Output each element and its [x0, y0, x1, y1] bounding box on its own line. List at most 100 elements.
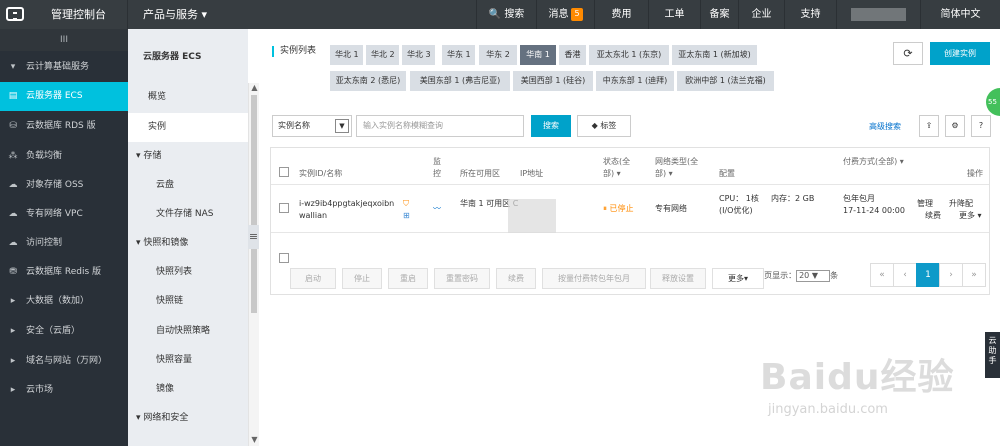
summary-suffix: 条 — [830, 271, 839, 280]
create-instance-button[interactable]: 创建实例 — [930, 42, 990, 65]
sidebar-group-domain[interactable]: ▸ 域名与网站（万网） — [0, 347, 128, 376]
region-tab[interactable]: 华北 1 — [330, 45, 363, 65]
region-tab[interactable]: 欧洲中部 1 (法兰克福) — [677, 71, 774, 91]
renew-button[interactable]: 续费 — [496, 268, 536, 289]
restart-button[interactable]: 重启 — [388, 268, 428, 289]
language-switch[interactable]: 简体中文 — [920, 0, 1000, 29]
products-menu[interactable]: 产品与服务 ▾ — [129, 0, 221, 29]
tag-label: 标签 — [600, 121, 617, 130]
column-header-status[interactable]: 状态(全部) ▾ — [603, 156, 639, 180]
tag-button[interactable]: ◆ 标签 — [577, 115, 631, 137]
refresh-button[interactable]: ⟳ — [893, 42, 923, 65]
scrollbar-thumb[interactable] — [251, 95, 257, 313]
sidebar-item-redis[interactable]: ⛃ 云数据库 Redis 版 — [0, 258, 128, 287]
search-button[interactable]: 搜索 — [531, 115, 571, 137]
caret-right-icon: ▸ — [10, 385, 16, 395]
enterprise-nav[interactable]: 企业 — [738, 0, 784, 29]
region-tab[interactable]: 美国东部 1 (弗吉尼亚) — [410, 71, 510, 91]
subnav-item-instances[interactable]: 实例 — [128, 113, 248, 142]
monitor-chart-icon[interactable]: 〰 — [433, 203, 441, 215]
stop-button[interactable]: 停止 — [342, 268, 382, 289]
release-settings-button[interactable]: 释放设置 — [650, 268, 706, 289]
region-tab-active[interactable]: 华南 1 — [520, 45, 556, 65]
region-tab[interactable]: 香港 — [559, 45, 586, 65]
region-tab[interactable]: 华北 3 — [402, 45, 435, 65]
region-tab[interactable]: 亚太东南 2 (悉尼) — [330, 71, 406, 91]
row-checkbox[interactable] — [279, 203, 289, 213]
subnav-item-cloud-disk[interactable]: 云盘 — [128, 171, 248, 200]
console-home-link[interactable]: 管理控制台 — [30, 0, 128, 29]
subnav-collapse-handle[interactable]: ≡ — [248, 225, 259, 249]
subnav-group-snapshot[interactable]: ▾ 快照和镜像 — [128, 229, 248, 258]
user-account-menu[interactable] — [836, 0, 920, 29]
sidebar-group-market[interactable]: ▸ 云市场 — [0, 376, 128, 405]
export-button[interactable]: ⇪ — [919, 115, 939, 137]
sidebar-group-security[interactable]: ▸ 安全（云盾） — [0, 317, 128, 346]
pager-first[interactable]: « — [870, 263, 894, 287]
upgrade-link[interactable]: 升降配 — [949, 198, 973, 210]
region-tab[interactable]: 美国西部 1 (硅谷) — [513, 71, 593, 91]
pager-prev[interactable]: ‹ — [893, 263, 917, 287]
subnav-item-snapshot-list[interactable]: 快照列表 — [128, 258, 248, 287]
instance-search-input[interactable]: 输入实例名称模糊查询 — [356, 115, 524, 137]
sidebar-collapse-toggle[interactable]: III — [0, 29, 128, 51]
sidebar-group-cloud-basic[interactable]: ▾ 云计算基础服务 — [0, 53, 128, 82]
sidebar-item-oss[interactable]: ☁ 对象存储 OSS — [0, 171, 128, 200]
column-header-ip: IP地址 — [520, 169, 544, 178]
region-tab[interactable]: 华北 2 — [366, 45, 399, 65]
chevron-down-icon: ▼ — [335, 119, 349, 133]
aliyun-logo-icon[interactable] — [6, 7, 24, 21]
subnav-group-network[interactable]: ▾ 网络和安全 — [128, 404, 248, 433]
fees-nav[interactable]: 费用 — [594, 0, 648, 29]
select-all-checkbox[interactable] — [279, 167, 289, 177]
region-tab[interactable]: 华东 2 — [479, 45, 517, 65]
column-header-network[interactable]: 网络类型(全部) ▾ — [655, 156, 701, 180]
more-actions-button[interactable]: 更多▾ — [712, 268, 764, 289]
tickets-nav[interactable]: 工单 — [648, 0, 700, 29]
region-tab[interactable]: 亚太东南 1 (新加坡) — [672, 45, 757, 65]
sidebar-item-vpc[interactable]: ☁ 专有网络 VPC — [0, 200, 128, 229]
region-tab[interactable]: 中东东部 1 (迪拜) — [596, 71, 674, 91]
subnav-group-storage[interactable]: ▾ 存储 — [128, 142, 248, 171]
pager-page-1[interactable]: 1 — [916, 263, 940, 287]
subnav-item-auto-snapshot[interactable]: 自动快照策略 — [128, 317, 248, 346]
start-button[interactable]: 启动 — [290, 268, 336, 289]
bottom-select-all-checkbox[interactable] — [279, 253, 289, 263]
renew-link[interactable]: 续费 — [925, 210, 941, 222]
subnav-item-snapshot-capacity[interactable]: 快照容量 — [128, 346, 248, 375]
page-size-select[interactable]: 20 ▼ — [796, 270, 831, 282]
region-tab[interactable]: 亚太东北 1 (东京) — [589, 45, 669, 65]
subnav-scrollbar[interactable]: ▲ ▼ — [248, 83, 259, 446]
more-ops-link[interactable]: 更多 ▾ — [959, 210, 982, 222]
help-button[interactable]: ? — [971, 115, 991, 137]
sidebar-group-bigdata[interactable]: ▸ 大数据（数加） — [0, 287, 128, 316]
subnav-item-nas[interactable]: 文件存储 NAS — [128, 200, 248, 229]
column-header-billing[interactable]: 付费方式(全部) ▾ — [843, 156, 913, 168]
messages-nav[interactable]: 消息 5 — [536, 0, 594, 29]
sidebar-item-ram[interactable]: ☁ 访问控制 — [0, 229, 128, 258]
sidebar-item-slb[interactable]: ⁂ 负载均衡 — [0, 142, 128, 171]
pager-last[interactable]: » — [962, 263, 986, 287]
search-nav[interactable]: 🔍 搜索 — [476, 0, 536, 29]
manage-link[interactable]: 管理 — [917, 198, 933, 210]
reset-password-button[interactable]: 重置密码 — [434, 268, 490, 289]
scroll-up-icon[interactable]: ▲ — [249, 83, 260, 92]
advanced-search-link[interactable]: 高级搜索 — [869, 121, 901, 132]
subnav-item-snapshot-chain[interactable]: 快照链 — [128, 287, 248, 316]
filter-field-select[interactable]: 实例名称 ▼ — [272, 115, 352, 137]
support-nav[interactable]: 支持 — [784, 0, 836, 29]
beian-nav[interactable]: 备案 — [700, 0, 738, 29]
column-header-ops: 操作 — [967, 169, 983, 178]
sidebar-item-rds[interactable]: ⛁ 云数据库 RDS 版 — [0, 112, 128, 141]
instance-id-link[interactable]: i-wz9ib4ppgtakjeqxoibn — [299, 198, 394, 210]
refresh-icon: ⟳ — [903, 47, 913, 60]
pager-next[interactable]: › — [939, 263, 963, 287]
region-tab[interactable]: 华东 1 — [442, 45, 475, 65]
sidebar-item-ecs[interactable]: ▤ 云服务器 ECS — [0, 82, 128, 111]
cloud-assistant-tab[interactable]: 云助手 — [985, 332, 1000, 378]
convert-billing-button[interactable]: 按量付费转包年包月 — [542, 268, 646, 289]
settings-button[interactable]: ⚙ — [945, 115, 965, 137]
scroll-down-icon[interactable]: ▼ — [249, 435, 260, 444]
subnav-item-overview[interactable]: 概览 — [128, 83, 248, 112]
subnav-item-images[interactable]: 镜像 — [128, 375, 248, 404]
